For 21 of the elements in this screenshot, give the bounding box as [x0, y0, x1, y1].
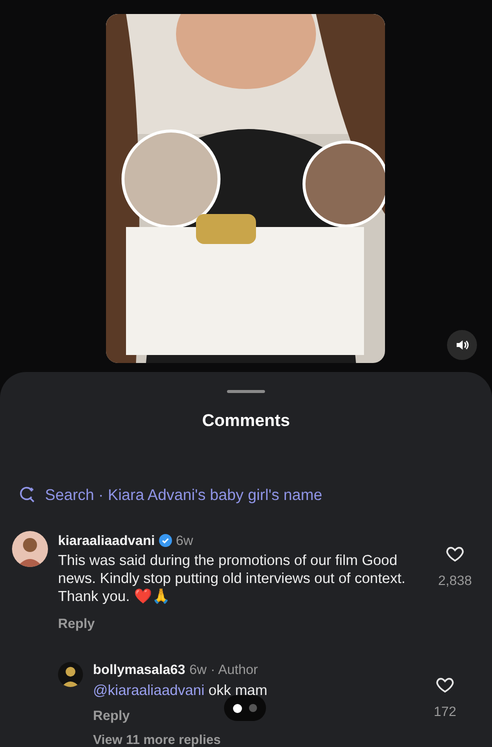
sheet-title: Comments: [202, 410, 290, 432]
view-replies-link[interactable]: View 11 more replies: [93, 730, 221, 747]
comment-text: @kiaraaliaadvani okk mam: [93, 682, 268, 700]
comment-text: This was said during the promotions of our film Good news. Kindly stop putting old interviews out of context. Thank you. ❤🙏: [58, 552, 406, 606]
username[interactable]: bollymasala63: [93, 660, 186, 680]
timestamp: 6w: [176, 532, 194, 550]
mention-link[interactable]: @kiaraaliaadvani: [93, 682, 204, 698]
sound-button[interactable]: [447, 330, 477, 360]
search-icon: [18, 486, 36, 504]
like-count: 172: [434, 703, 456, 722]
search-suggestion[interactable]: Search · Kiara Advani's baby girl's name: [45, 484, 322, 507]
like-count: 2,838: [438, 572, 472, 590]
heart-icon: [435, 675, 455, 696]
reply-link[interactable]: Reply: [93, 706, 130, 726]
avatar[interactable]: [58, 662, 83, 688]
timestamp: 6w: [189, 661, 207, 680]
drag-handle[interactable]: [227, 390, 265, 393]
avatar[interactable]: [12, 530, 48, 567]
username[interactable]: kiaraaliaadvani: [58, 530, 155, 551]
reply-link[interactable]: Reply: [58, 614, 95, 634]
author-label: · Author: [210, 661, 258, 680]
